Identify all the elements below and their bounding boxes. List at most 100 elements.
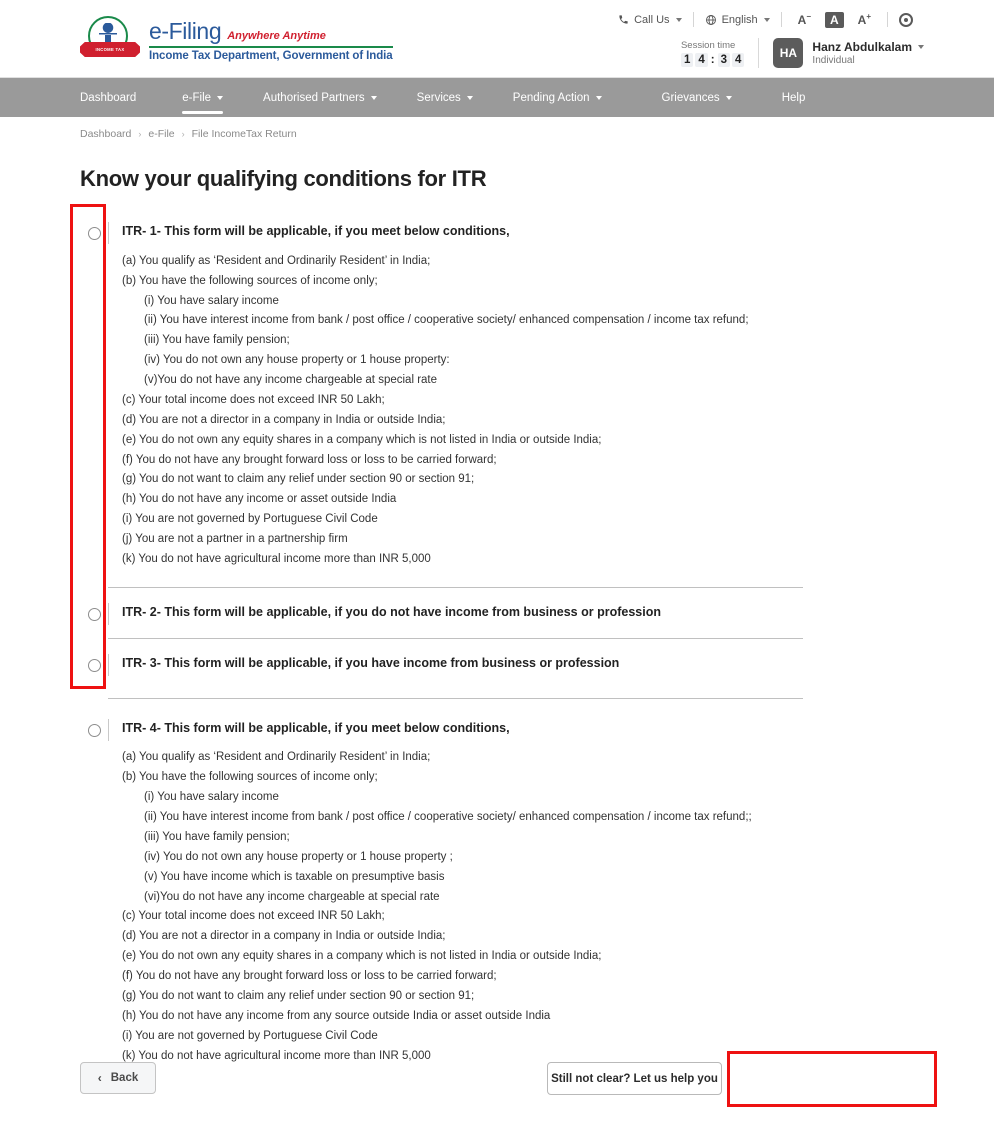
user-role-label: Individual: [812, 55, 855, 66]
nav-item-pending-action[interactable]: Pending Action: [493, 78, 622, 117]
breadcrumb-item-dashboard[interactable]: Dashboard: [80, 128, 131, 140]
itr-options-list: ITR- 1- This form will be applicable, if…: [0, 204, 994, 1067]
radio-itr-4[interactable]: [87, 723, 101, 737]
settings-button[interactable]: [888, 12, 924, 27]
divider: [758, 38, 760, 68]
help-button[interactable]: Still not clear? Let us help you: [547, 1062, 722, 1095]
nav-item-services[interactable]: Services: [397, 78, 493, 117]
phone-icon: [618, 14, 629, 25]
condition: (ii) You have interest income from bank …: [144, 314, 749, 327]
brand-tagline-text: Anywhere Anytime: [227, 29, 326, 42]
condition: (e) You do not own any equity shares in …: [122, 950, 602, 963]
language-label: English: [721, 13, 758, 26]
session-digit: 4: [732, 52, 745, 67]
font-decrease-button[interactable]: A−: [793, 11, 816, 28]
condition: (i) You are not governed by Portuguese C…: [122, 513, 378, 526]
nav-label: Grievances: [661, 91, 720, 104]
nav-item-help[interactable]: Help: [752, 78, 826, 117]
radio-itr-3[interactable]: [87, 658, 101, 672]
condition: (iv) You do not own any house property o…: [144, 354, 450, 367]
breadcrumb-separator-icon: ›: [138, 129, 142, 139]
radio-itr-2[interactable]: [87, 607, 101, 621]
chevron-down-icon: [725, 95, 732, 100]
condition: (i) You have salary income: [144, 294, 279, 307]
nav-label: Services: [416, 91, 461, 104]
chevron-down-icon: [675, 17, 682, 22]
annotation-box-proceed-button: Proceed to ITR Filing ›: [727, 1051, 937, 1107]
nav-label: Dashboard: [80, 91, 137, 104]
condition: (v)You do not have any income chargeable…: [144, 374, 438, 387]
globe-icon: [705, 14, 717, 26]
nav-label: Authorised Partners: [263, 91, 365, 104]
chevron-down-icon: [217, 95, 224, 100]
breadcrumb-item-e-file[interactable]: e-File: [148, 128, 174, 140]
condition: (iii) You have family pension;: [144, 830, 290, 843]
session-colon: :: [710, 53, 715, 66]
call-us-label: Call Us: [634, 13, 670, 26]
gear-icon: [899, 12, 913, 27]
user-menu[interactable]: HA Hanz Abdulkalam Individual: [773, 38, 924, 68]
condition: (g) You do not want to claim any relief …: [122, 473, 475, 486]
condition: (d) You are not a director in a company …: [122, 413, 446, 426]
header-session-bar: Session time 1 4 : 3 4 HA Hanz Abdulkala…: [680, 38, 924, 68]
page-title: Know your qualifying conditions for ITR: [80, 166, 487, 191]
condition: (f) You do not have any brought forward …: [122, 453, 497, 466]
condition: (i) You are not governed by Portuguese C…: [122, 1029, 378, 1042]
call-us-button[interactable]: Call Us: [607, 14, 692, 26]
condition: (a) You qualify as ‘Resident and Ordinar…: [122, 254, 431, 267]
chevron-left-icon: ‹: [97, 1071, 102, 1085]
condition: (c) Your total income does not exceed IN…: [122, 393, 385, 406]
condition: (b) You have the following sources of in…: [122, 274, 378, 287]
condition: (iv) You do not own any house property o…: [144, 850, 453, 863]
breadcrumb-separator-icon: ›: [181, 129, 185, 139]
brand-efiling-text: e-Filing: [149, 17, 222, 44]
itr-option-itr-4[interactable]: ITR- 4- This form will be applicable, if…: [0, 718, 994, 1067]
condition: (d) You are not a director in a company …: [122, 930, 446, 943]
nav-item-e-file[interactable]: e-File: [162, 78, 243, 117]
chevron-down-icon: [595, 95, 602, 100]
brand-logo[interactable]: INCOME TAX DEPARTMENT e-Filing Anywhere …: [80, 16, 393, 62]
emblem-ribbon-text: INCOME TAX DEPARTMENT: [94, 47, 126, 67]
chevron-down-icon: [763, 17, 770, 22]
font-increase-button[interactable]: A+: [853, 11, 876, 28]
chevron-down-icon: [370, 95, 377, 100]
session-digit: 1: [680, 52, 694, 67]
condition: (vi)You do not have any income chargeabl…: [144, 890, 440, 903]
user-name-label: Hanz Abdulkalam: [812, 40, 912, 54]
condition: (e) You do not own any equity shares in …: [122, 433, 602, 446]
chevron-down-icon: [918, 45, 924, 49]
session-digit: 3: [717, 52, 731, 67]
breadcrumb: Dashboard › e-File › File IncomeTax Retu…: [0, 117, 994, 140]
header-utility-bar: Call Us English A− A A+: [607, 11, 924, 28]
condition: (iii) You have family pension;: [144, 334, 290, 347]
condition: (j) You are not a partner in a partnersh…: [122, 533, 348, 546]
session-digit: 4: [695, 52, 708, 67]
condition: (h) You do not have any income from any …: [122, 1009, 551, 1022]
itr-option-itr-2[interactable]: ITR- 2- This form will be applicable, if…: [0, 602, 994, 625]
footer-actions: ‹ Back Still not clear? Let us help you …: [0, 1051, 994, 1107]
condition: (c) Your total income does not exceed IN…: [122, 910, 385, 923]
nav-label: e-File: [182, 91, 212, 104]
condition: (f) You do not have any brought forward …: [122, 970, 497, 983]
session-time-value: 1 4 : 3 4: [680, 52, 745, 67]
itr-option-itr-3[interactable]: ITR- 3- This form will be applicable, if…: [0, 653, 994, 676]
breadcrumb-item-file-income-tax-return[interactable]: File IncomeTax Return: [192, 128, 297, 140]
condition: (k) You do not have agricultural income …: [122, 552, 431, 565]
brand-department-text: Income Tax Department, Government of Ind…: [149, 49, 393, 62]
nav-item-authorised-partners[interactable]: Authorised Partners: [243, 78, 397, 117]
font-normal-button[interactable]: A: [824, 11, 844, 28]
itr-4-conditions: (a) You qualify as ‘Resident and Ordinar…: [122, 748, 803, 1066]
itr-option-itr-1[interactable]: ITR- 1- This form will be applicable, if…: [0, 222, 994, 570]
language-selector[interactable]: English: [694, 14, 781, 26]
back-button[interactable]: ‹ Back: [80, 1062, 156, 1094]
nav-item-dashboard[interactable]: Dashboard: [80, 78, 162, 117]
session-timer: Session time 1 4 : 3 4: [680, 40, 745, 67]
back-button-label: Back: [110, 1072, 139, 1084]
nav-item-grievances[interactable]: Grievances: [622, 78, 752, 117]
itr-3-title: ITR- 3- This form will be applicable, if…: [122, 655, 620, 670]
itr-4-title: ITR- 4- This form will be applicable, if…: [122, 720, 510, 735]
main-navigation: Dashboard e-File Authorised Partners Ser…: [0, 78, 994, 117]
radio-itr-1[interactable]: [87, 227, 101, 240]
condition: (ii) You have interest income from bank …: [144, 811, 752, 824]
india-emblem-icon: INCOME TAX DEPARTMENT: [80, 16, 140, 62]
